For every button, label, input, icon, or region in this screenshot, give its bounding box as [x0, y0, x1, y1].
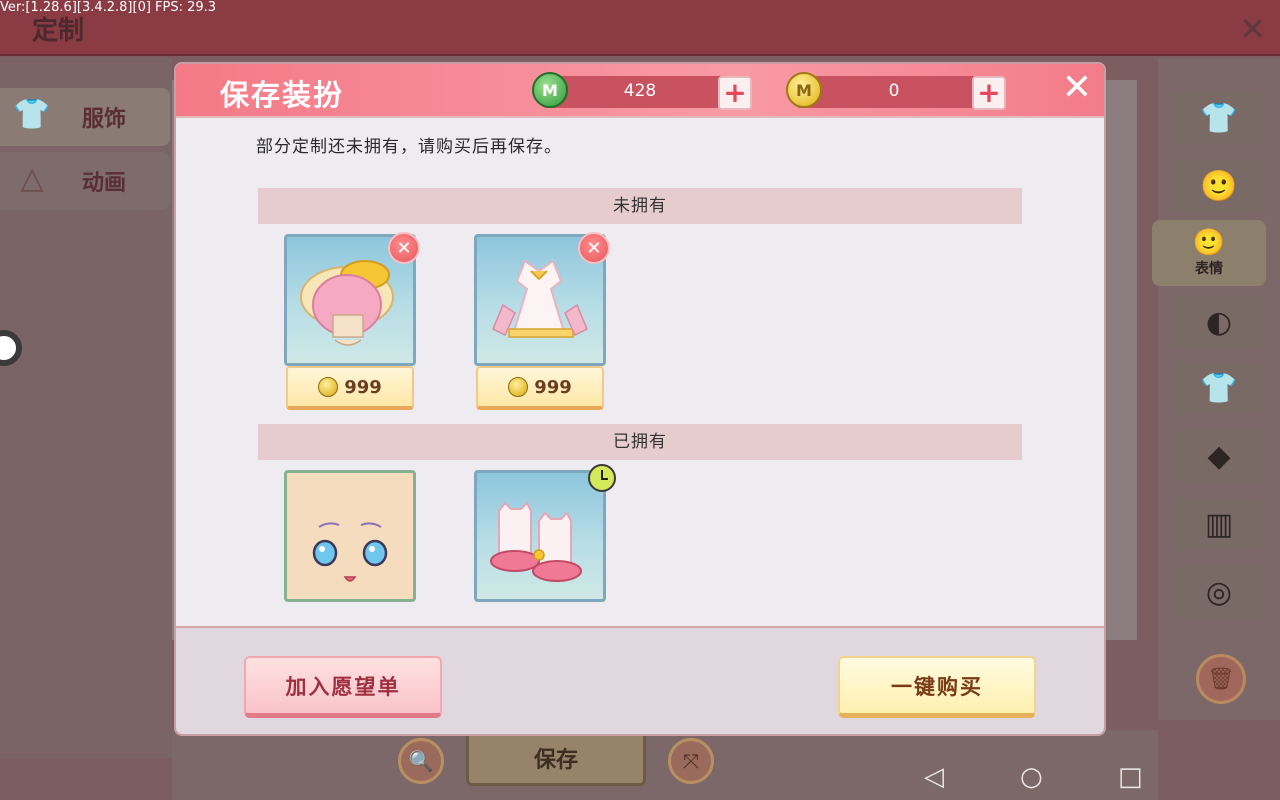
tab-animation[interactable]: △ 动画 [0, 152, 170, 210]
add-to-wishlist-button[interactable]: 加入愿望单 [244, 656, 442, 718]
category-top-icon[interactable]: 👕 [1172, 92, 1266, 144]
gem-value: 428 [623, 81, 657, 101]
add-gem-button[interactable]: + [718, 76, 752, 110]
back-icon[interactable]: ◁ [924, 762, 944, 792]
dialog-message: 部分定制还未拥有，请购买后再保存。 [256, 137, 562, 157]
gem-balance: M 428 + [532, 72, 752, 110]
home-icon[interactable]: ○ [1020, 762, 1043, 792]
system-nav-bar [0, 754, 1280, 800]
gem-icon: M [532, 72, 568, 108]
dress-image [492, 259, 588, 338]
section-owned: 已拥有 [258, 424, 1022, 460]
category-hair-icon[interactable]: 🙂 [1172, 160, 1266, 212]
tab-label: 动画 [82, 171, 127, 196]
category-shoes-icon[interactable]: ◎ [1172, 566, 1266, 618]
coin-icon [318, 377, 339, 397]
left-panel: 👕 服饰 △ 动画 [0, 58, 172, 758]
coin-icon: M [786, 72, 822, 108]
category-expression[interactable]: 🙂 表情 [1152, 220, 1266, 286]
recents-icon[interactable]: □ [1118, 762, 1143, 792]
add-coin-button[interactable]: + [972, 76, 1006, 110]
shirt-icon: 👕 [13, 97, 51, 132]
item-price: 999 [534, 376, 572, 398]
hair-hat-image [300, 260, 394, 346]
item-boots[interactable] [474, 470, 606, 602]
remove-item-icon[interactable]: ✕ [388, 232, 420, 264]
face-image [312, 522, 388, 582]
dialog-body: 部分定制还未拥有，请购买后再保存。 未拥有 ✕ 999 ✕ 999 已拥有 [176, 118, 1104, 628]
boots-image [490, 501, 582, 582]
expression-icon: 🙂 [1192, 228, 1226, 258]
coin-balance: M 0 + [786, 72, 1006, 110]
dialog-title: 保存装扮 [220, 78, 345, 112]
trash-icon[interactable]: 🗑 [1196, 654, 1246, 704]
category-label: 表情 [1195, 261, 1223, 277]
section-not-owned: 未拥有 [258, 188, 1022, 224]
item-price: 999 [344, 376, 382, 398]
category-shirt-m-icon[interactable]: 👕 [1172, 362, 1266, 414]
buy-all-button[interactable]: 一键购买 [838, 656, 1036, 718]
debug-version: Ver:[1.28.6][3.4.2.8][0] FPS: 29.3 [0, 0, 217, 15]
page-title: 定制 [32, 16, 85, 46]
triangle-icon: △ [20, 161, 44, 196]
category-mask-icon[interactable]: ◐ [1172, 296, 1266, 348]
clock-icon [588, 464, 616, 492]
item-face[interactable] [284, 470, 416, 602]
coin-value: 0 [888, 81, 900, 101]
buy-item-button[interactable]: 999 [476, 366, 604, 410]
dialog-header: 保存装扮 M 428 + M 0 + ✕ [176, 64, 1104, 118]
coin-icon [508, 377, 529, 397]
close-icon[interactable]: ✕ [1239, 10, 1266, 48]
remove-item-icon[interactable]: ✕ [578, 232, 610, 264]
dialog-footer: 加入愿望单 一键购买 [176, 628, 1104, 734]
category-accessory-icon[interactable]: ◆ [1172, 430, 1266, 482]
tab-clothing[interactable]: 👕 服饰 [0, 88, 170, 146]
tab-label: 服饰 [82, 107, 127, 132]
close-icon[interactable]: ✕ [1062, 70, 1092, 106]
category-pants-icon[interactable]: ▥ [1172, 498, 1266, 550]
buy-item-button[interactable]: 999 [286, 366, 414, 410]
save-outfit-dialog: 保存装扮 M 428 + M 0 + ✕ 部分定制还未拥有，请购买后再保存。 未… [176, 64, 1104, 734]
